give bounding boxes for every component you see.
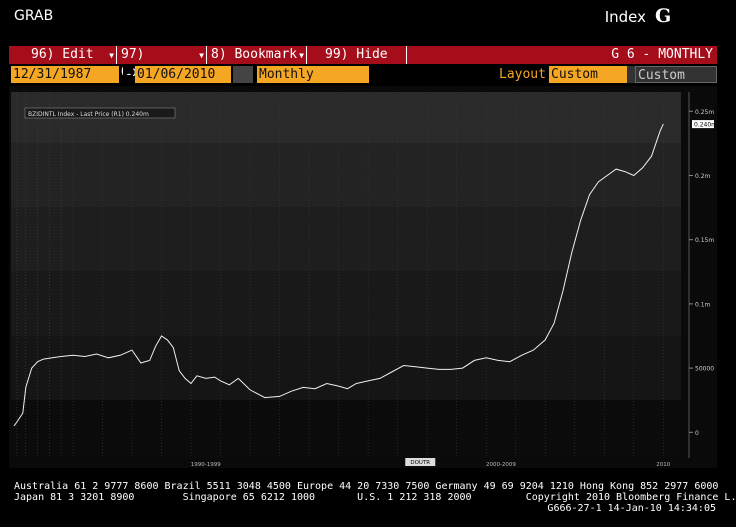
chart-band: [11, 143, 681, 208]
menu-edit-label: 96) Edit: [31, 47, 94, 62]
y-tick-label: 0.25m: [695, 109, 714, 116]
price-chart: 0.25m 0.2m 0.15m 0.1m 50000 0 0.240m BZIDINTL I…: [9, 86, 717, 468]
dropdown-arrow-icon: ▼: [109, 51, 114, 60]
y-tick-label: 50000: [695, 366, 714, 373]
bloomberg-g-logo: G: [655, 5, 672, 27]
x-tick-label: 2000-2009: [486, 462, 516, 468]
footer-line-2: Japan 81 3 3201 8900 Singapore 65 6212 1…: [14, 492, 736, 503]
legend-text: BZIDINTL Index - Last Price (R1) 0.240m: [28, 111, 149, 118]
toolbar: 12/31/1987 - 01/06/2010 Monthly Layout C…: [9, 66, 717, 100]
chart-mode-label: G 6 - MONTHLY: [611, 47, 713, 62]
layout-spacer: [627, 66, 635, 83]
dropdown-arrow-icon: ▼: [199, 51, 204, 60]
y-tick-label: 0.2m: [695, 173, 711, 180]
menu-edit[interactable]: 96) Edit ▼: [9, 46, 117, 64]
chart-band: [11, 336, 681, 401]
date-picker-spacer: [233, 66, 253, 83]
footer-timestamp: G666-27-1 14-Jan-10 14:34:05: [547, 503, 716, 514]
footer-contacts: Australia 61 2 9777 8600 Brazil 5511 304…: [14, 481, 736, 503]
period-select[interactable]: Monthly: [257, 66, 369, 83]
last-value-label: 0.240m: [694, 122, 717, 129]
start-date-field[interactable]: 12/31/1987: [11, 66, 119, 83]
currency-button[interactable]: Custom CCY: [635, 66, 717, 100]
highlight-label: DOUTR: [410, 460, 430, 466]
layout-label: Layout: [499, 67, 546, 82]
chart-band: [11, 207, 681, 272]
chart-band: [11, 271, 681, 336]
y-tick-label: 0: [695, 430, 699, 437]
y-tick-label: 0.1m: [695, 301, 711, 308]
menu-bar: 96) Edit ▼ 97) Options ▼ 8) Bookmark ▼ 9…: [9, 46, 717, 80]
menu-options[interactable]: 97) Options ▼: [117, 46, 207, 80]
menu-hide-label: 99) Hide: [325, 47, 388, 62]
y-tick-label: 0.15m: [695, 237, 714, 244]
end-date-field[interactable]: 01/06/2010: [135, 66, 231, 83]
footer-line-1: Australia 61 2 9777 8600 Brazil 5511 304…: [14, 481, 719, 492]
menu-bookmark[interactable]: 8) Bookmark ▼: [207, 46, 307, 64]
x-tick-label: 2010: [656, 462, 670, 468]
menu-hide[interactable]: 99) Hide: [307, 46, 407, 64]
x-tick-label: 1990-1999: [191, 462, 221, 468]
layout-select[interactable]: Custom: [549, 66, 627, 83]
menu-bookmark-label: 8) Bookmark: [211, 47, 298, 62]
window-title: Index: [604, 8, 646, 26]
chart-band: [11, 400, 681, 458]
date-separator: -: [123, 66, 133, 83]
title-bar: GRAB Index G: [0, 0, 736, 38]
dropdown-arrow-icon: ▼: [299, 51, 304, 60]
app-title: GRAB: [14, 8, 54, 24]
